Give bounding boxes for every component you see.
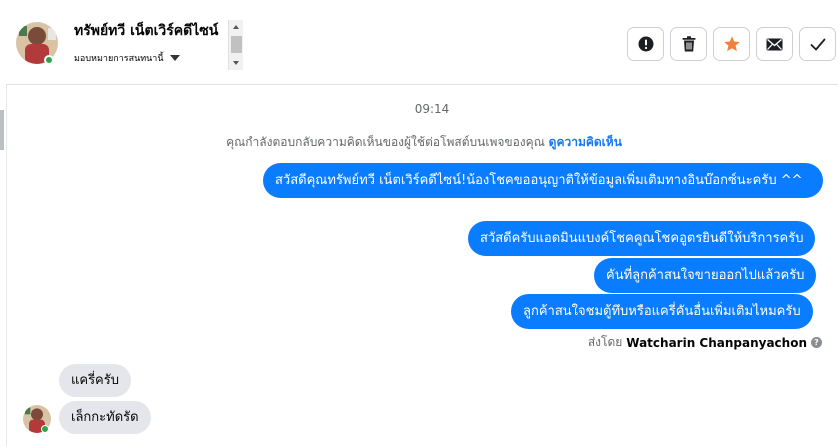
online-status-indicator (44, 55, 54, 65)
alert-icon (638, 36, 653, 52)
assign-label: มอบหมายการสนทนานี้ (74, 54, 164, 64)
incoming-message[interactable]: แครี่ครับ (59, 364, 131, 397)
mark-unread-button[interactable] (756, 27, 793, 61)
envelope-icon (766, 38, 783, 50)
star-button[interactable] (713, 27, 750, 61)
scroll-up-arrow-icon[interactable] (233, 25, 239, 29)
outgoing-message[interactable]: สวัสดีคุณทรัพย์ทวี เน็ตเวิร์คดีไซน์!น้อง… (263, 163, 823, 198)
incoming-message[interactable]: เล็กกะทัดรัด (59, 401, 151, 434)
notice-text: คุณกำลังตอบกลับความคิดเห็นของผู้ใช้ต่อโพ… (226, 135, 545, 149)
caret-down-icon (169, 55, 180, 61)
star-icon (723, 36, 740, 52)
scroll-down-arrow-icon[interactable] (233, 61, 239, 65)
header-divider (6, 84, 838, 85)
outgoing-message[interactable]: สวัสดีครับแอดมินแบงค์โชคคูณโชคอูตรยินดีใ… (468, 221, 816, 256)
check-icon (810, 38, 825, 50)
spam-button[interactable] (627, 27, 664, 61)
outgoing-message[interactable]: ลูกค้าสนใจชมตู้ทึบหรือแครี่คันอื่นเพิ่มเ… (511, 294, 813, 329)
assign-conversation-dropdown[interactable]: มอบหมายการสนทนานี้ (74, 51, 180, 65)
sent-by-line: ส่งโดย Watcharin Chanpanyachon ? (588, 333, 822, 352)
contact-name[interactable]: ทรัพย์ทวี เน็ตเวิร์คดีไซน์ (74, 20, 228, 42)
view-comment-link[interactable]: ดูความคิดเห็น (549, 135, 622, 149)
sent-by-label: ส่งโดย (587, 335, 623, 349)
reply-context-notice: คุณกำลังตอบกลับความคิดเห็นของผู้ใช้ต่อโพ… (0, 133, 838, 152)
sent-by-agent: Watcharin Chanpanyachon (626, 335, 807, 350)
outgoing-message[interactable]: คันที่ลูกค้าสนใจขายออกไปแล้วครับ (594, 258, 817, 293)
scroll-thumb[interactable] (231, 36, 242, 53)
sender-online-indicator (41, 425, 49, 433)
message-timestamp: 09:14 (414, 102, 450, 116)
help-icon[interactable]: ? (811, 337, 822, 348)
trash-icon (682, 36, 695, 52)
name-scrollbar[interactable] (228, 20, 243, 70)
delete-button[interactable] (670, 27, 707, 61)
done-button[interactable] (799, 27, 836, 61)
conversation-actions-toolbar (627, 27, 836, 61)
conversation-header: ทรัพย์ทวี เน็ตเวิร์คดีไซน์ มอบหมายการสนท… (0, 0, 838, 85)
